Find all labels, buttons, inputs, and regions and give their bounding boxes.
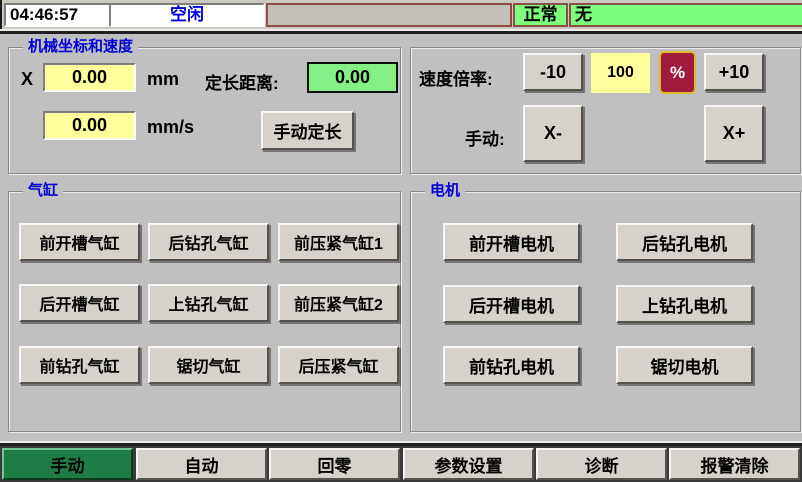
speed-unit-label: mm/s xyxy=(147,117,194,138)
cylinder-button-front-clamp1[interactable]: 前压紧气缸1 xyxy=(278,223,399,261)
motor-group-title: 电机 xyxy=(425,182,465,200)
motor-button-front-drill[interactable]: 前钻孔电机 xyxy=(443,346,580,384)
clock-display: 04:46:57 xyxy=(4,3,111,27)
machine-mode-display: 空闲 xyxy=(109,3,265,27)
speed-override-group: 速度倍率: -10 100 % +10 手动: X- X+ xyxy=(410,47,801,174)
jog-x-plus-button[interactable]: X+ xyxy=(704,105,764,162)
speed-override-label: 速度倍率: xyxy=(419,65,493,90)
cylinder-button-rear-slot[interactable]: 后开槽气缸 xyxy=(19,284,140,322)
override-minus-button[interactable]: -10 xyxy=(523,53,583,91)
tab-parameters[interactable]: 参数设置 xyxy=(403,448,534,480)
tab-alarm-clear[interactable]: 报警清除 xyxy=(669,448,800,480)
cylinder-button-rear-drill[interactable]: 后钻孔气缸 xyxy=(148,223,269,261)
system-status-display: 正常 xyxy=(513,3,568,27)
hmi-screen: 04:46:57 空闲 正常 无 机械坐标和速度 X 0.00 mm 定长距离:… xyxy=(0,0,802,482)
manual-jog-label: 手动: xyxy=(465,125,505,150)
coords-speed-group-title: 机械坐标和速度 xyxy=(23,38,138,56)
cylinder-button-top-drill[interactable]: 上钻孔气缸 xyxy=(148,284,269,322)
motor-button-top-drill[interactable]: 上钻孔电机 xyxy=(616,285,753,323)
motor-button-saw[interactable]: 锯切电机 xyxy=(616,346,753,384)
jog-x-minus-button[interactable]: X- xyxy=(523,105,583,162)
cylinder-button-front-drill[interactable]: 前钻孔气缸 xyxy=(19,346,140,384)
cylinder-button-rear-clamp[interactable]: 后压紧气缸 xyxy=(278,346,399,384)
cylinder-button-front-slot[interactable]: 前开槽气缸 xyxy=(19,223,140,261)
override-plus-button[interactable]: +10 xyxy=(704,53,764,91)
tab-auto[interactable]: 自动 xyxy=(136,448,267,480)
percent-badge: % xyxy=(659,51,696,94)
mode-tab-bar: 手动 自动 回零 参数设置 诊断 报警清除 xyxy=(0,446,802,482)
separator-top xyxy=(0,31,802,34)
override-value: 100 xyxy=(591,53,650,93)
speed-value: 0.00 xyxy=(43,111,136,140)
position-unit-label: mm xyxy=(147,69,179,90)
cylinder-button-saw[interactable]: 锯切气缸 xyxy=(148,346,269,384)
message-field-empty xyxy=(266,3,512,27)
fixed-length-value: 0.00 xyxy=(307,62,398,93)
cylinder-group-title: 气缸 xyxy=(23,182,63,200)
status-bar: 04:46:57 空闲 正常 无 xyxy=(0,0,802,29)
motor-button-rear-slot[interactable]: 后开槽电机 xyxy=(443,285,580,323)
tab-home[interactable]: 回零 xyxy=(269,448,400,480)
cylinder-group: 气缸 前开槽气缸 后钻孔气缸 前压紧气缸1 后开槽气缸 上钻孔气缸 前压紧气缸2… xyxy=(8,191,401,432)
motor-button-rear-drill[interactable]: 后钻孔电机 xyxy=(616,223,753,261)
manual-fixed-length-button[interactable]: 手动定长 xyxy=(261,111,354,150)
x-position-value: 0.00 xyxy=(43,63,136,92)
cylinder-button-front-clamp2[interactable]: 前压紧气缸2 xyxy=(278,284,399,322)
motor-group: 电机 前开槽电机 后钻孔电机 后开槽电机 上钻孔电机 前钻孔电机 锯切电机 xyxy=(410,191,801,432)
tab-diagnostics[interactable]: 诊断 xyxy=(536,448,667,480)
tab-manual[interactable]: 手动 xyxy=(2,448,133,480)
x-axis-label: X xyxy=(21,69,33,90)
motor-button-front-slot[interactable]: 前开槽电机 xyxy=(443,223,580,261)
fixed-length-label: 定长距离: xyxy=(205,69,279,94)
alarm-message-display: 无 xyxy=(569,3,802,27)
coords-speed-group: 机械坐标和速度 X 0.00 mm 定长距离: 0.00 0.00 mm/s 手… xyxy=(8,47,401,174)
